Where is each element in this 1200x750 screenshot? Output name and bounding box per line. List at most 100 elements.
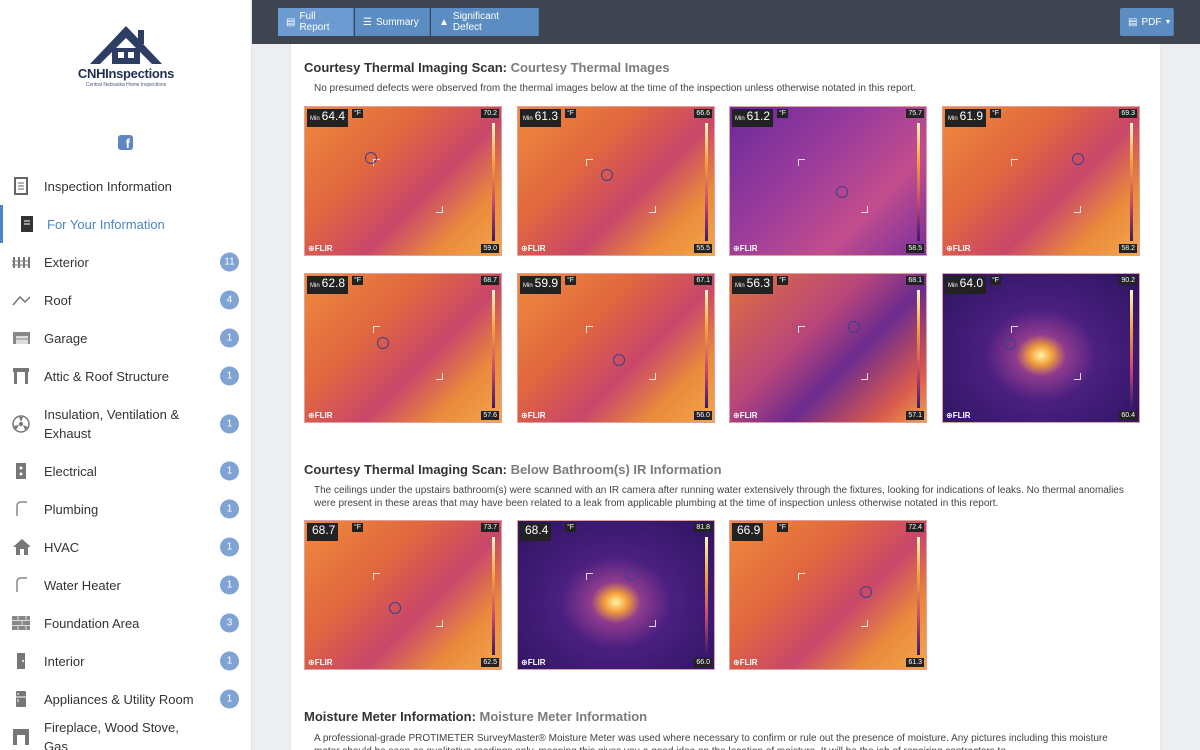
count-badge: 1 bbox=[220, 499, 239, 519]
facebook-icon[interactable]: f bbox=[118, 135, 133, 150]
sidebar-item-attic-roof-structure[interactable]: Attic & Roof Structure 1 bbox=[0, 357, 251, 395]
min-temp-readout: Min 64.4 bbox=[307, 109, 349, 127]
scale-max-value: 70.2 bbox=[481, 109, 499, 118]
section-subtitle: Moisture Meter Information bbox=[479, 709, 648, 724]
section-subtitle: Courtesy Thermal Images bbox=[510, 60, 670, 75]
sidebar-item-foundation-area[interactable]: Foundation Area 3 bbox=[0, 604, 251, 642]
sidebar-item-label: Foundation Area bbox=[44, 615, 140, 631]
min-temp-readout: Min 61.3 bbox=[520, 109, 562, 127]
flir-brand: FLIR bbox=[527, 244, 546, 253]
thermal-image-thumbnail[interactable]: 68.4 °F 81.8 ⊕FLIR 66.0 bbox=[517, 520, 715, 670]
sidebar-item-interior[interactable]: Interior 1 bbox=[0, 642, 251, 680]
temp-unit: °F bbox=[777, 523, 789, 532]
min-temp: 61.3 bbox=[534, 109, 559, 123]
pdf-dropdown-button[interactable]: ▤ PDF ▼ bbox=[1120, 8, 1174, 36]
focus-bracket bbox=[798, 573, 868, 627]
thermal-image-thumbnail[interactable]: Min 61.2 °F 75.7 ⊕FLIR 58.5 bbox=[729, 106, 927, 256]
flir-logo: ⊕FLIR bbox=[308, 658, 333, 667]
flir-logo: ⊕FLIR bbox=[521, 658, 546, 667]
min-temp: 64.0 bbox=[959, 276, 984, 290]
thermal-image-thumbnail[interactable]: Min 62.8 °F 68.7 ⊕FLIR 57.6 bbox=[304, 273, 502, 423]
thermal-image-thumbnail[interactable]: Min 56.3 °F 68.1 ⊕FLIR 57.1 bbox=[729, 273, 927, 423]
flir-logo: ⊕FLIR bbox=[946, 244, 971, 253]
fireplace-icon bbox=[12, 728, 30, 746]
color-scale-bar bbox=[492, 290, 495, 408]
section-title-text: Moisture Meter Information: bbox=[304, 709, 476, 724]
flir-logo: ⊕FLIR bbox=[733, 244, 758, 253]
crosshair-icon bbox=[377, 337, 389, 349]
section-description: No presumed defects were observed from t… bbox=[314, 83, 916, 94]
min-temp: 62.8 bbox=[321, 276, 346, 290]
thermal-image-thumbnail[interactable]: Min 64.4 °F 70.2 ⊕FLIR 59.0 bbox=[304, 106, 502, 256]
sidebar-item-label: Roof bbox=[44, 292, 72, 308]
warning-icon: ▲ bbox=[439, 16, 449, 28]
garage-icon bbox=[12, 329, 30, 347]
sidebar-item-label: Attic & Roof Structure bbox=[44, 368, 169, 384]
thermal-image-thumbnail[interactable]: Min 61.9 °F 69.3 ⊕FLIR 58.2 bbox=[942, 106, 1140, 256]
temp-unit: °F bbox=[565, 109, 577, 118]
scale-min-value: 60.4 bbox=[1119, 411, 1137, 420]
sidebar-item-water-heater[interactable]: Water Heater 1 bbox=[0, 566, 251, 604]
min-label: Min bbox=[310, 116, 320, 122]
color-scale-bar bbox=[492, 123, 495, 241]
crosshair-icon bbox=[613, 354, 625, 366]
count-badge: 1 bbox=[220, 366, 239, 386]
sidebar-item-insulation-ventilation-exhaust[interactable]: Insulation, Ventilation & Exhaust 1 bbox=[0, 395, 251, 452]
temp-unit: °F bbox=[352, 109, 364, 118]
thermal-image-thumbnail[interactable]: Min 59.9 °F 67.1 ⊕FLIR 56.0 bbox=[517, 273, 715, 423]
crosshair-icon bbox=[1072, 153, 1084, 165]
sidebar-item-label: HVAC bbox=[44, 539, 80, 555]
min-temp: 64.4 bbox=[321, 109, 346, 123]
min-temp: 66.9 bbox=[737, 523, 761, 537]
min-label: Min bbox=[735, 283, 745, 289]
temp-unit: °F bbox=[990, 276, 1002, 285]
count-badge: 1 bbox=[220, 651, 239, 671]
min-label: Min bbox=[735, 116, 745, 122]
crosshair-icon bbox=[848, 321, 860, 333]
fan-icon bbox=[12, 414, 30, 433]
sidebar-item-label: Insulation, Ventilation & Exhaust bbox=[44, 406, 180, 441]
thermal-image-thumbnail[interactable]: Min 64.0 °F 90.2 ⊕FLIR 60.4 bbox=[942, 273, 1140, 423]
count-badge: 1 bbox=[220, 537, 239, 557]
crosshair-icon bbox=[1004, 338, 1016, 350]
flir-brand: FLIR bbox=[739, 244, 758, 253]
count-badge: 1 bbox=[220, 328, 239, 348]
significant-defect-button[interactable]: ▲ Significant Defect bbox=[431, 8, 539, 36]
sidebar-item-hvac[interactable]: HVAC 1 bbox=[0, 528, 251, 566]
sidebar-item-label: Interior bbox=[44, 653, 85, 669]
sidebar-item-exterior[interactable]: Exterior 11 bbox=[0, 243, 251, 281]
roof-icon bbox=[12, 291, 30, 309]
section-description: A professional-grade PROTIMETER SurveyMa… bbox=[314, 733, 1108, 750]
document-icon: ▤ bbox=[286, 16, 296, 28]
sidebar-item-garage[interactable]: Garage 1 bbox=[0, 319, 251, 357]
brick-icon bbox=[12, 614, 30, 632]
thermal-image-thumbnail[interactable]: 66.9 °F 72.4 ⊕FLIR 61.3 bbox=[729, 520, 927, 670]
flir-brand: FLIR bbox=[314, 244, 333, 253]
scale-max-value: 67.1 bbox=[694, 276, 712, 285]
min-temp-readout: 68.7 bbox=[307, 523, 339, 541]
sidebar-item-label: Appliances & Utility Room bbox=[44, 691, 194, 707]
sidebar-item-plumbing[interactable]: Plumbing 1 bbox=[0, 490, 251, 528]
flir-logo: ⊕FLIR bbox=[521, 244, 546, 253]
sidebar-item-inspection-information[interactable]: Inspection Information bbox=[0, 167, 251, 205]
focus-bracket bbox=[373, 159, 443, 213]
sidebar-item-fireplace[interactable]: Fireplace, Wood Stove, Gas bbox=[0, 718, 251, 750]
min-temp: 59.9 bbox=[534, 276, 559, 290]
scale-min-value: 57.1 bbox=[906, 411, 924, 420]
temp-unit: °F bbox=[777, 276, 789, 285]
sidebar-item-electrical[interactable]: Electrical 1 bbox=[0, 452, 251, 490]
significant-defect-label: Significant Defect bbox=[452, 11, 500, 33]
flir-brand: FLIR bbox=[739, 658, 758, 667]
full-report-button[interactable]: ▤ Full Report bbox=[278, 8, 354, 36]
thermal-image-thumbnail[interactable]: Min 61.3 °F 66.6 ⊕FLIR 55.5 bbox=[517, 106, 715, 256]
list-icon: ☰ bbox=[363, 16, 372, 28]
focus-bracket bbox=[1011, 326, 1081, 380]
scale-min-value: 62.5 bbox=[481, 658, 499, 667]
sidebar-item-appliances-utility-room[interactable]: Appliances & Utility Room 1 bbox=[0, 680, 251, 718]
count-badge: 1 bbox=[220, 461, 239, 481]
thermal-image-thumbnail[interactable]: 68.7 °F 73.7 ⊕FLIR 62.5 bbox=[304, 520, 502, 670]
summary-button[interactable]: ☰ Summary bbox=[355, 8, 430, 36]
sidebar-item-for-your-information[interactable]: For Your Information bbox=[0, 205, 251, 243]
company-logo[interactable]: CNHInspections Central Nebraska Home Ins… bbox=[66, 24, 186, 94]
sidebar-item-roof[interactable]: Roof 4 bbox=[0, 281, 251, 319]
